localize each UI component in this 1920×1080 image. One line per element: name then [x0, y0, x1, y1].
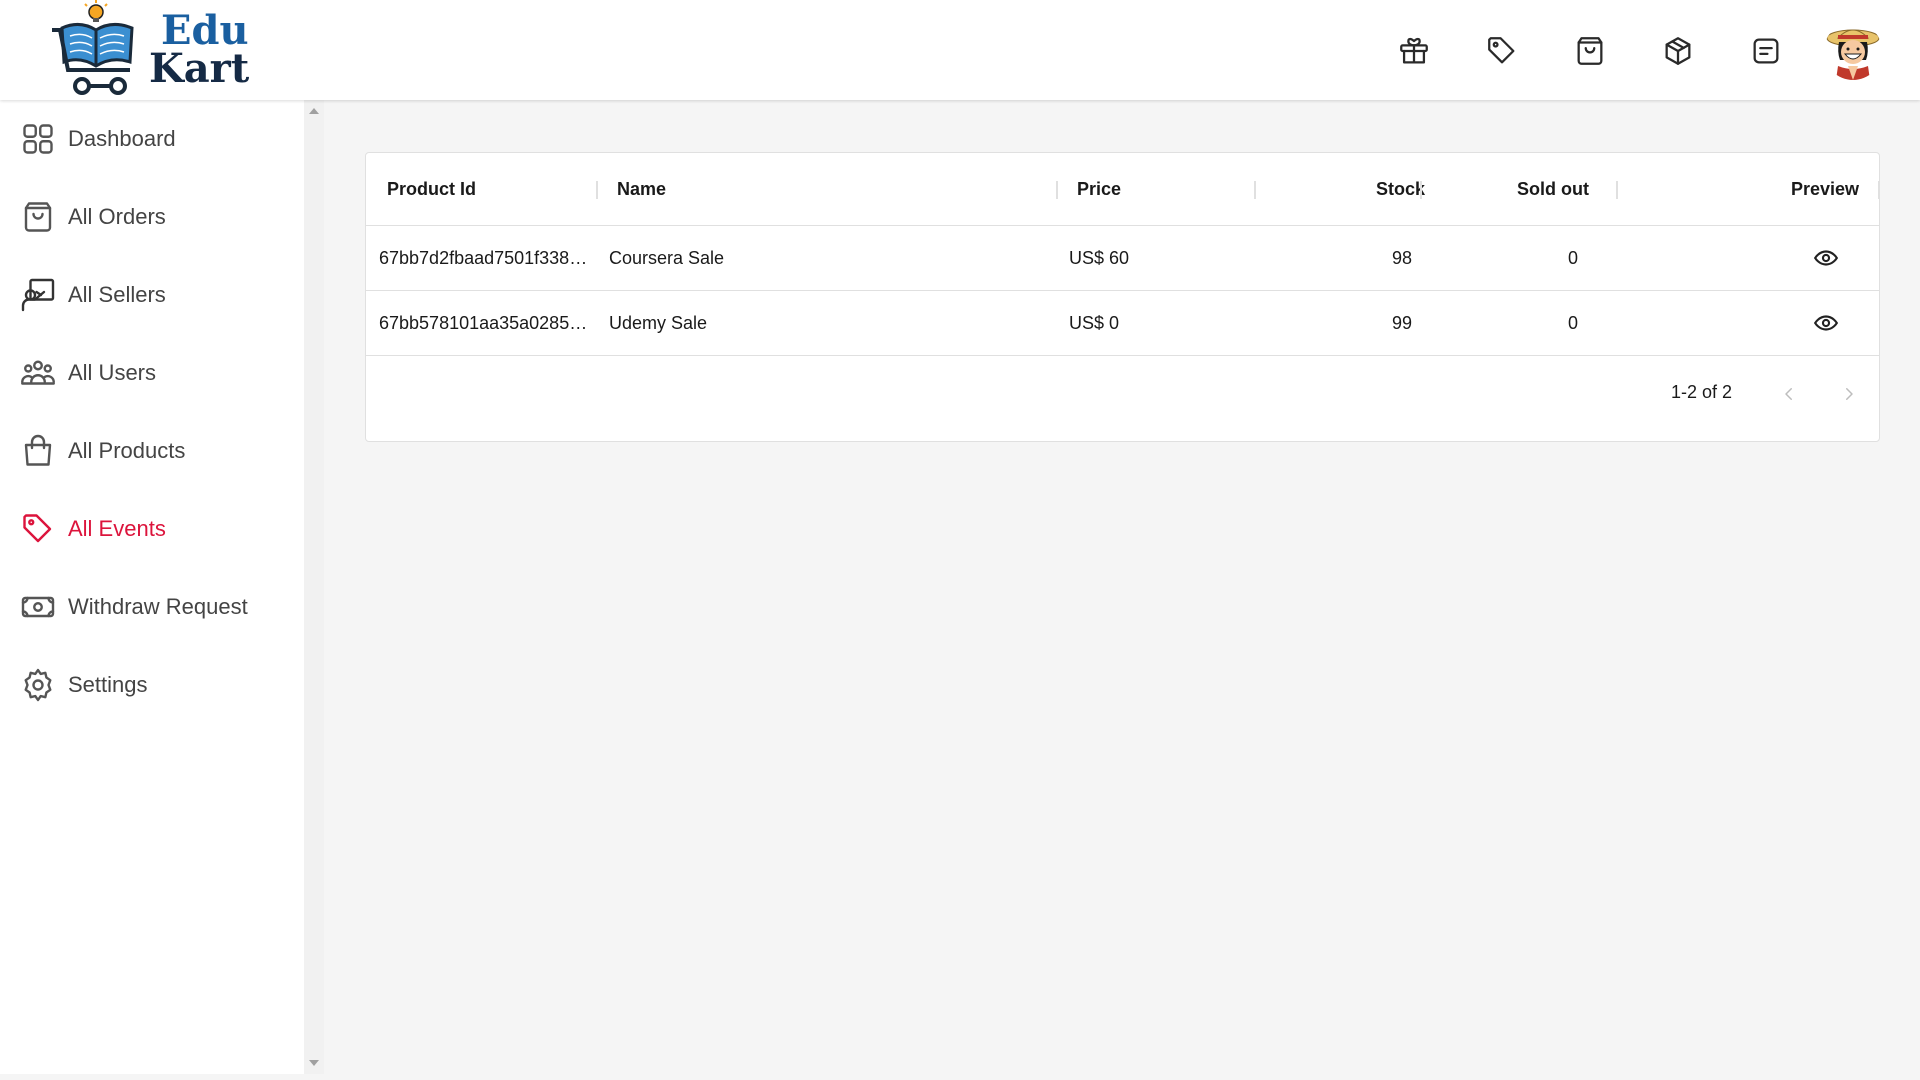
- cell-stock: 99: [1391, 313, 1412, 333]
- column-header-name[interactable]: Name: [617, 153, 666, 226]
- sidebar-item-all-users[interactable]: All Users: [20, 349, 156, 397]
- tag-icon[interactable]: [1480, 29, 1524, 73]
- seller-icon: [21, 278, 55, 312]
- cell-sold-out: 0: [1567, 313, 1578, 333]
- sidebar: Dashboard All Orders All Sellers All Use…: [0, 100, 304, 1074]
- table-row[interactable]: 67bb578101aa35a0285… Udemy Sale US$ 0 99…: [366, 291, 1879, 356]
- pagination-range: 1-2 of 2: [1670, 382, 1732, 402]
- sidebar-item-label: Dashboard: [68, 126, 176, 151]
- message-icon[interactable]: [1744, 29, 1788, 73]
- events-table: Product Id Name Price Stock Sold out Pre…: [365, 152, 1880, 442]
- column-header-stock[interactable]: Stock: [1272, 153, 1425, 226]
- column-separator[interactable]: [1878, 181, 1880, 199]
- gift-icon[interactable]: [1392, 29, 1436, 73]
- sidebar-item-label: Withdraw Request: [68, 594, 248, 619]
- column-header-sold-out[interactable]: Sold out: [1438, 153, 1589, 226]
- sidebar-item-label: All Sellers: [68, 282, 166, 307]
- handbag-icon: [24, 434, 52, 466]
- edukart-logo[interactable]: Edu Kart: [50, 0, 260, 100]
- brand-name: Edu Kart: [149, 11, 249, 89]
- cell-price: US$ 0: [1069, 313, 1120, 333]
- grid-icon: [23, 124, 53, 154]
- package-icon[interactable]: [1656, 29, 1700, 73]
- top-header: Edu Kart: [0, 0, 1920, 100]
- sidebar-item-label: All Orders: [68, 204, 166, 229]
- column-header-price[interactable]: Price: [1077, 153, 1121, 226]
- sidebar-item-dashboard[interactable]: Dashboard: [20, 115, 176, 163]
- preview-eye-icon[interactable]: [1812, 309, 1840, 337]
- cell-name: Udemy Sale: [609, 313, 708, 333]
- book-cart-logo-icon: [50, 0, 145, 100]
- chevron-right-icon: [1846, 388, 1853, 400]
- sidebar-item-all-events[interactable]: All Events: [20, 505, 166, 553]
- cell-price: US$ 60: [1069, 248, 1130, 268]
- table-header: Product Id Name Price Stock Sold out Pre…: [366, 153, 1880, 226]
- scroll-up-arrow-icon[interactable]: [309, 108, 319, 114]
- column-separator[interactable]: [1254, 181, 1256, 199]
- sidebar-item-label: All Products: [68, 438, 186, 463]
- cell-product-id: 67bb7d2fbaad7501f338…: [379, 248, 588, 268]
- users-icon: [21, 360, 55, 385]
- sidebar-item-label: All Events: [68, 516, 166, 541]
- chevron-left-icon: [1785, 388, 1792, 400]
- cell-product-id: 67bb578101aa35a0285…: [379, 313, 588, 333]
- shopping-bag-icon: [24, 202, 52, 232]
- cell-sold-out: 0: [1567, 248, 1578, 268]
- sidebar-item-settings[interactable]: Settings: [20, 661, 148, 709]
- header-actions: [1348, 22, 1882, 80]
- sidebar-item-withdraw-request[interactable]: Withdraw Request: [20, 583, 248, 631]
- gear-icon: [24, 668, 52, 702]
- pagination: 1-2 of 2: [366, 374, 1879, 414]
- cell-stock: 98: [1391, 248, 1412, 268]
- sidebar-item-all-products[interactable]: All Products: [20, 427, 185, 475]
- tag-icon: [23, 514, 52, 543]
- cell-name: Coursera Sale: [609, 248, 725, 268]
- scroll-down-arrow-icon[interactable]: [309, 1060, 319, 1066]
- column-separator[interactable]: [1420, 181, 1422, 199]
- column-separator[interactable]: [596, 181, 598, 199]
- sidebar-item-all-orders[interactable]: All Orders: [20, 193, 166, 241]
- previous-page-button[interactable]: [1773, 378, 1805, 410]
- user-avatar[interactable]: [1824, 22, 1882, 80]
- table-row[interactable]: 67bb7d2fbaad7501f338… Coursera Sale US$ …: [366, 226, 1879, 291]
- column-separator[interactable]: [1056, 181, 1058, 199]
- sidebar-item-label: Settings: [68, 672, 148, 697]
- column-separator[interactable]: [1616, 181, 1618, 199]
- shopping-bag-icon[interactable]: [1568, 29, 1612, 73]
- column-header-preview[interactable]: Preview: [1634, 153, 1859, 226]
- preview-eye-icon[interactable]: [1812, 244, 1840, 272]
- column-header-product-id[interactable]: Product Id: [387, 153, 476, 226]
- brand-line-2: Kart: [149, 45, 250, 92]
- sidebar-item-all-sellers[interactable]: All Sellers: [20, 271, 166, 319]
- money-icon: [21, 596, 55, 618]
- next-page-button[interactable]: [1833, 378, 1865, 410]
- sidebar-item-label: All Users: [68, 360, 157, 385]
- sidebar-scrollbar[interactable]: [304, 100, 324, 1074]
